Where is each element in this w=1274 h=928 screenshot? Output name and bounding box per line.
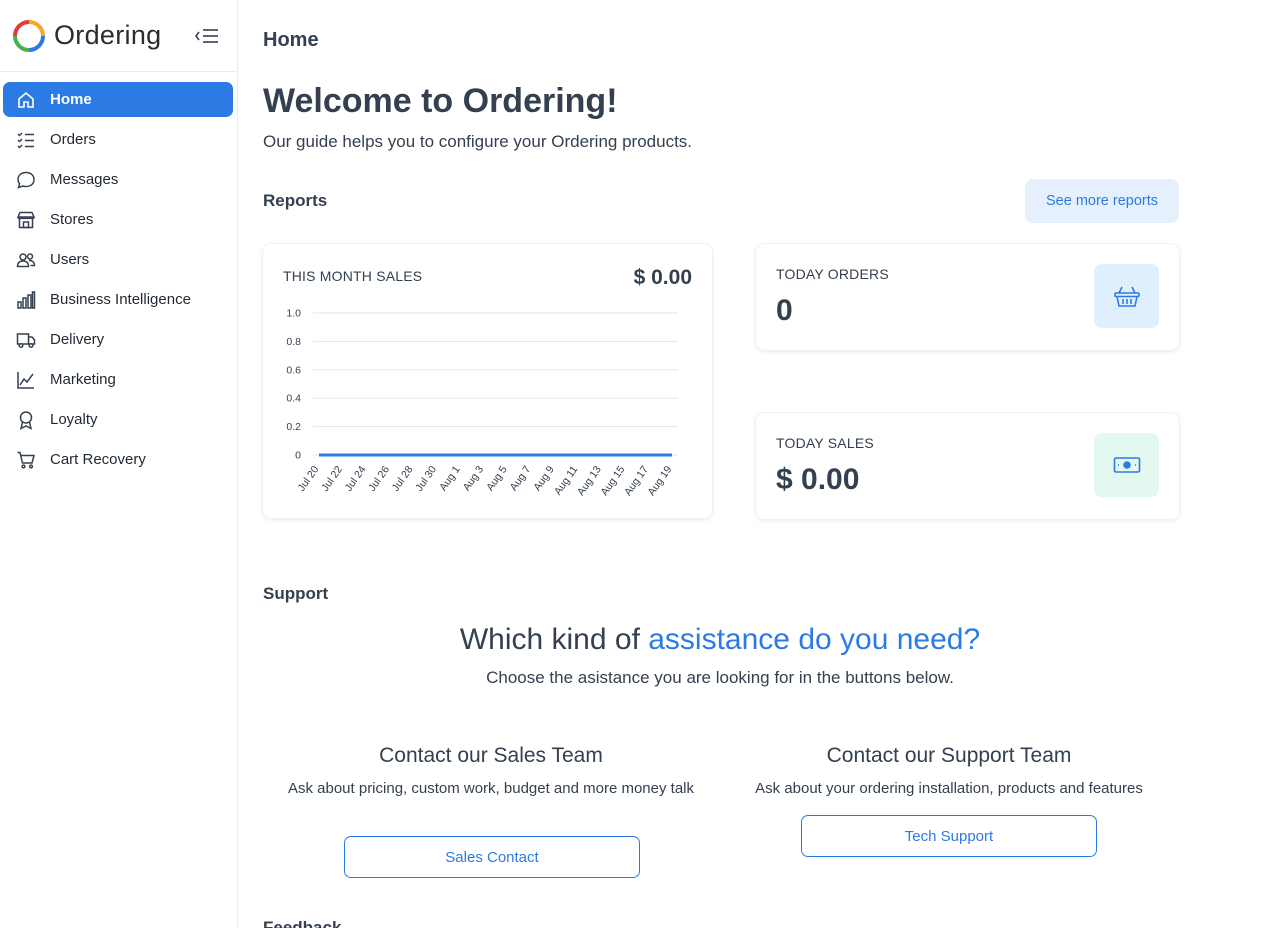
support-title: Support	[263, 584, 329, 603]
this-month-sales-card: THIS MONTH SALES $ 0.00 0 0.2 0.4 0.6 0.8 1.0…	[263, 244, 712, 518]
today-sales-value: $ 0.00	[776, 463, 860, 496]
sidebar-item-label: Orders	[50, 131, 96, 148]
sidebar-item-business-intelligence[interactable]: Business Intelligence	[3, 282, 233, 317]
y-tick-label: 1.0	[286, 308, 301, 320]
brand-name: Ordering	[54, 20, 162, 50]
sidebar-item-delivery[interactable]: Delivery	[3, 322, 233, 357]
sidebar-item-loyalty[interactable]: Loyalty	[3, 402, 233, 437]
x-tick-label: Aug 5	[484, 464, 510, 493]
page-title: Home	[263, 29, 319, 51]
sales-contact-button[interactable]: Sales Contact	[344, 836, 640, 878]
award-icon	[15, 409, 37, 431]
tech-support-description: Ask about your ordering installation, pr…	[755, 780, 1143, 797]
graph-up-icon	[15, 369, 37, 391]
today-sales-card: TODAY SALES $ 0.00	[756, 413, 1179, 519]
y-tick-label: 0.6	[286, 364, 301, 376]
assistance-subtitle: Choose the asistance you are looking for…	[486, 668, 954, 687]
sidebar-item-stores[interactable]: Stores	[3, 202, 233, 237]
people-icon	[15, 249, 37, 271]
y-tick-label: 0	[295, 450, 301, 462]
x-tick-label: Jul 24	[343, 464, 369, 494]
chat-bubble-icon	[15, 169, 37, 191]
x-tick-label: Aug 1	[437, 464, 463, 493]
assistance-heading: Which kind of assistance do you need?	[239, 623, 1201, 657]
sidebar-item-label: Delivery	[50, 331, 105, 348]
x-tick-label: Jul 26	[366, 464, 392, 494]
sidebar: Ordering Home Orders Messages Stores Use…	[0, 0, 238, 928]
today-sales-label: TODAY SALES	[776, 435, 874, 451]
x-tick-label: Aug 3	[461, 464, 487, 493]
sidebar-item-label: Business Intelligence	[50, 291, 191, 308]
cash-icon	[1094, 433, 1159, 497]
x-tick-label: Aug 7	[508, 464, 534, 493]
home-icon	[15, 89, 37, 111]
sidebar-item-label: Users	[50, 251, 90, 268]
sidebar-item-label: Home	[50, 91, 92, 108]
sidebar-collapse-button[interactable]	[193, 24, 221, 48]
x-tick-label: Jul 28	[390, 464, 416, 494]
brand-header: Ordering	[0, 0, 237, 72]
sales-contact-title: Contact our Sales Team	[379, 744, 603, 767]
shop-icon	[15, 209, 37, 231]
sidebar-item-marketing[interactable]: Marketing	[3, 362, 233, 397]
today-orders-value: 0	[776, 294, 793, 327]
today-orders-label: TODAY ORDERS	[776, 266, 889, 282]
collapse-menu-icon	[195, 29, 218, 43]
cart-icon	[15, 449, 37, 471]
x-tick-label: Jul 22	[319, 464, 345, 494]
reports-title: Reports	[263, 191, 328, 210]
x-tick-label: Jul 20	[296, 464, 322, 494]
y-tick-label: 0.4	[286, 393, 301, 405]
welcome-subtitle: Our guide helps you to configure your Or…	[263, 132, 693, 151]
sidebar-item-orders[interactable]: Orders	[3, 122, 233, 157]
bar-chart-icon	[15, 289, 37, 311]
x-tick-label: Aug 19	[646, 464, 675, 498]
ordering-logo-icon	[13, 19, 45, 52]
sales-contact-section: Contact our Sales Team Ask about pricing…	[283, 744, 699, 799]
feedback-title: Feedback	[263, 918, 342, 928]
truck-icon	[15, 329, 37, 351]
basket-icon	[1094, 264, 1159, 328]
sidebar-item-label: Loyalty	[50, 411, 98, 428]
sidebar-item-users[interactable]: Users	[3, 242, 233, 277]
sidebar-item-home[interactable]: Home	[3, 82, 233, 117]
sidebar-item-label: Cart Recovery	[50, 451, 146, 468]
tech-support-title: Contact our Support Team	[826, 744, 1072, 767]
assistance-heading-accent: assistance do you need?	[648, 623, 981, 656]
sales-line-chart: 0 0.2 0.4 0.6 0.8 1.0 Jul 20Jul 22Jul 24Jul 26…	[286, 308, 678, 498]
welcome-title: Welcome to Ordering!	[263, 82, 618, 120]
sales-contact-description: Ask about pricing, custom work, budget a…	[287, 780, 695, 797]
tech-support-button[interactable]: Tech Support	[801, 815, 1097, 857]
sidebar-nav: Home Orders Messages Stores Users Busine…	[0, 72, 237, 477]
assistance-heading-text: Which kind of	[459, 623, 649, 656]
main-content: Home Welcome to Ordering! Our guide help…	[239, 0, 1274, 928]
sidebar-item-messages[interactable]: Messages	[3, 162, 233, 197]
y-tick-label: 0.2	[286, 421, 301, 433]
sidebar-item-label: Messages	[50, 171, 119, 188]
tech-support-section: Contact our Support Team Ask about your …	[739, 744, 1159, 799]
sidebar-item-label: Marketing	[50, 371, 116, 388]
y-tick-label: 0.8	[286, 336, 301, 348]
today-orders-card: TODAY ORDERS 0	[756, 244, 1179, 350]
x-tick-label: Jul 30	[413, 464, 439, 494]
see-more-reports-button[interactable]: See more reports	[1025, 179, 1179, 223]
list-check-icon	[15, 129, 37, 151]
sidebar-item-label: Stores	[50, 211, 94, 228]
sidebar-item-cart-recovery[interactable]: Cart Recovery	[3, 442, 233, 477]
